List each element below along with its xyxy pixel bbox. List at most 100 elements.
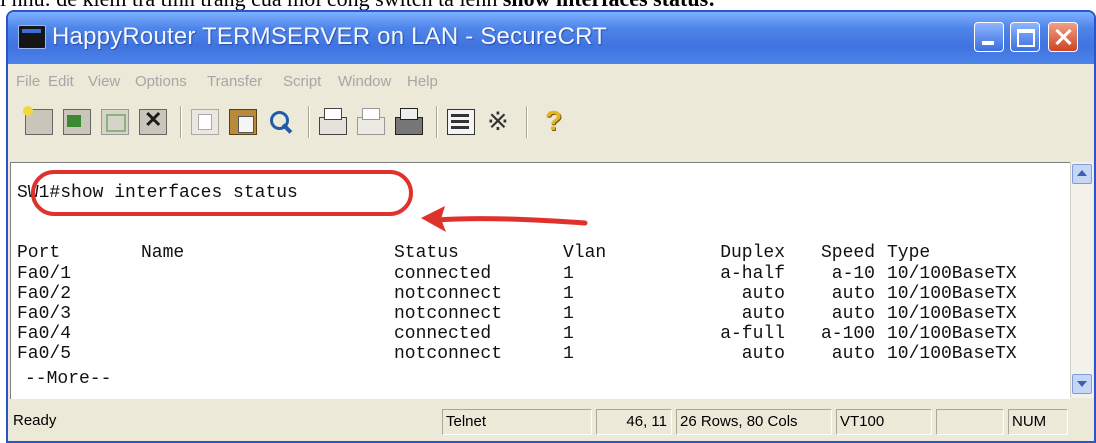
status-cursor-position: 46, 11 xyxy=(596,409,672,435)
print-setup-icon xyxy=(395,108,423,135)
toolbar-separator xyxy=(180,106,182,138)
disconnect-button[interactable] xyxy=(136,106,170,138)
help-button[interactable] xyxy=(536,105,570,138)
menu-edit[interactable]: Edit xyxy=(48,73,74,90)
header-speed: Speed xyxy=(820,243,875,263)
close-button[interactable] xyxy=(1048,22,1078,52)
header-vlan: Vlan xyxy=(563,243,607,263)
speed-cell: a-100 xyxy=(820,324,875,344)
type-cell: 10/100BaseTX xyxy=(887,304,1017,324)
status-cell: notconnect xyxy=(394,284,503,304)
scroll-down-button[interactable] xyxy=(1072,374,1092,394)
command-highlight-ring xyxy=(31,170,413,216)
header-name: Name xyxy=(141,243,185,263)
toolbar-separator xyxy=(436,106,438,138)
menu-bar: File Edit View Options Transfer Script W… xyxy=(8,68,1094,96)
vlan-cell: 1 xyxy=(563,304,574,324)
paste-button[interactable] xyxy=(226,106,260,138)
status-cell: connected xyxy=(394,324,492,344)
menu-script[interactable]: Script xyxy=(283,73,321,90)
duplex-cell: auto xyxy=(741,304,785,324)
vlan-cell: 1 xyxy=(563,284,574,304)
header-port: Port xyxy=(17,243,61,263)
menu-help[interactable]: Help xyxy=(407,73,438,90)
minimize-button[interactable] xyxy=(974,22,1004,52)
toolbar-separator xyxy=(526,106,528,138)
menu-file[interactable]: File xyxy=(16,73,40,90)
port-cell: Fa0/2 xyxy=(17,284,72,304)
duplex-cell: a-full xyxy=(720,324,785,344)
menu-window[interactable]: Window xyxy=(338,73,391,90)
menu-transfer[interactable]: Transfer xyxy=(207,73,262,90)
maximize-button[interactable] xyxy=(1010,22,1040,52)
toolbar xyxy=(8,102,1094,162)
type-cell: 10/100BaseTX xyxy=(887,324,1017,344)
duplex-cell: auto xyxy=(741,284,785,304)
quick-connect-button[interactable] xyxy=(60,106,94,138)
terminal-area[interactable]: SW1#show interfaces status Port Name Sta… xyxy=(10,162,1071,399)
scroll-up-button[interactable] xyxy=(1072,164,1092,184)
vertical-scrollbar[interactable] xyxy=(1070,162,1093,398)
status-ready: Ready xyxy=(13,412,57,429)
status-protocol: Telnet xyxy=(442,409,592,435)
caption-text: i nhu: de kiem tra tinh trang cua moi co… xyxy=(0,0,503,10)
speed-cell: a-10 xyxy=(831,264,875,284)
print-setup-button[interactable] xyxy=(392,106,426,138)
status-num-lock: NUM xyxy=(1008,409,1068,435)
keymap-button[interactable] xyxy=(482,106,516,138)
page-caption: i nhu: de kiem tra tinh trang cua moi co… xyxy=(0,0,1096,10)
caption-command: show interfaces status xyxy=(503,0,708,10)
keymap-icon xyxy=(486,106,512,137)
port-cell: Fa0/3 xyxy=(17,304,72,324)
connect-button[interactable] xyxy=(22,106,56,138)
header-type: Type xyxy=(887,243,931,263)
securecrt-app-icon[interactable] xyxy=(18,25,46,49)
header-status: Status xyxy=(394,243,459,263)
connect-icon xyxy=(23,106,53,135)
more-prompt: --More-- xyxy=(25,369,112,389)
paste-icon xyxy=(229,109,257,135)
header-duplex: Duplex xyxy=(720,243,785,263)
caption-suffix: : xyxy=(708,0,715,10)
status-cell: connected xyxy=(394,264,492,284)
copy-icon xyxy=(191,109,219,135)
port-cell: Fa0/4 xyxy=(17,324,72,344)
vlan-cell: 1 xyxy=(563,264,574,284)
title-bar[interactable]: HappyRouter TERMSERVER on LAN - SecureCR… xyxy=(8,12,1094,64)
type-cell: 10/100BaseTX xyxy=(887,284,1017,304)
print-button[interactable] xyxy=(316,106,350,138)
arrow-icon xyxy=(421,206,588,232)
duplex-cell: auto xyxy=(741,344,785,364)
duplex-cell: a-half xyxy=(720,264,785,284)
reconnect-icon xyxy=(101,109,129,135)
toolbar-separator xyxy=(308,106,310,138)
status-empty-cell xyxy=(936,409,1004,435)
vlan-cell: 1 xyxy=(563,344,574,364)
reconnect-button[interactable] xyxy=(98,106,132,138)
find-icon xyxy=(268,109,294,135)
session-options-icon xyxy=(447,109,475,135)
status-terminal-size: 26 Rows, 80 Cols xyxy=(676,409,832,435)
menu-view[interactable]: View xyxy=(88,73,120,90)
status-bar: Ready Telnet 46, 11 26 Rows, 80 Cols VT1… xyxy=(8,402,1094,441)
speed-cell: auto xyxy=(831,304,875,324)
disconnect-icon xyxy=(139,107,167,135)
status-cell: notconnect xyxy=(394,344,503,364)
find-button[interactable] xyxy=(264,106,298,138)
copy-button[interactable] xyxy=(188,106,222,138)
status-cell: notconnect xyxy=(394,304,503,324)
session-options-button[interactable] xyxy=(444,106,478,138)
window-title: HappyRouter TERMSERVER on LAN - SecureCR… xyxy=(52,23,608,50)
speed-cell: auto xyxy=(831,284,875,304)
print-selection-button[interactable] xyxy=(354,106,388,138)
menu-options[interactable]: Options xyxy=(135,73,187,90)
print-selection-icon xyxy=(357,108,385,135)
help-icon xyxy=(540,105,566,137)
quick-connect-icon xyxy=(63,109,91,135)
print-icon xyxy=(319,108,347,135)
securecrt-window: HappyRouter TERMSERVER on LAN - SecureCR… xyxy=(6,10,1096,443)
type-cell: 10/100BaseTX xyxy=(887,264,1017,284)
vlan-cell: 1 xyxy=(563,324,574,344)
speed-cell: auto xyxy=(831,344,875,364)
port-cell: Fa0/1 xyxy=(17,264,72,284)
